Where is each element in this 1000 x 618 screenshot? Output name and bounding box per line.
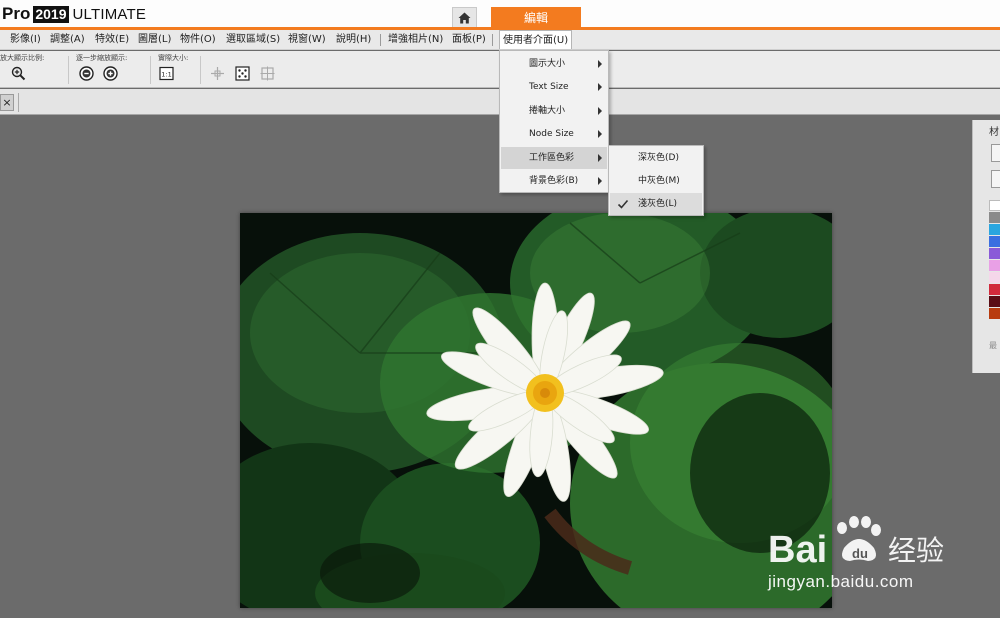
step-zoom-in-button[interactable] <box>103 66 118 81</box>
submenu-arrow-icon <box>598 177 602 185</box>
menu-separator <box>492 34 493 46</box>
center-button[interactable] <box>260 66 275 81</box>
menu-text-size-label: Text Size <box>529 82 569 92</box>
edit-tab[interactable]: 編輯 <box>491 7 581 28</box>
menu-scrollbar-size-label: 捲軸大小 <box>529 106 566 116</box>
menu-dark-gray[interactable]: 深灰色(D) <box>610 147 702 169</box>
menu-selection[interactable]: 選取區域(S) <box>226 30 280 49</box>
swatch-maroon[interactable] <box>989 296 1000 307</box>
menu-dark-gray-label: 深灰色(D) <box>638 153 679 163</box>
submenu-arrow-icon <box>598 107 602 115</box>
toolbar-separator <box>200 56 201 84</box>
svg-text:du: du <box>852 546 868 561</box>
baidu-watermark: Bai du 经验 jingyan.baidu.com <box>766 512 996 612</box>
menu-light-gray[interactable]: 淺灰色(L) <box>610 193 702 215</box>
photo-image <box>240 213 832 608</box>
submenu-arrow-icon <box>598 154 602 162</box>
actual-size-icon: 1:1 <box>159 66 174 81</box>
materials-panel-title: 材 <box>989 127 999 138</box>
menu-effects[interactable]: 特效(E) <box>95 30 129 49</box>
submenu-arrow-icon <box>598 60 602 68</box>
app-logo: Pro 2019 ULTIMATE <box>2 4 146 24</box>
brand-year: 2019 <box>33 5 69 23</box>
swatch-white[interactable] <box>989 200 1000 211</box>
zoom-in-button[interactable] <box>11 66 26 81</box>
title-bar: Pro 2019 ULTIMATE 編輯 <box>0 0 1000 28</box>
menu-light-gray-label: 淺灰色(L) <box>638 199 678 209</box>
swatch-orange-brown[interactable] <box>989 308 1000 319</box>
water-lily-photo[interactable] <box>240 213 832 608</box>
menu-objects[interactable]: 物件(O) <box>180 30 216 49</box>
swatch-purple[interactable] <box>989 248 1000 259</box>
menu-scrollbar-size[interactable]: 捲軸大小 <box>501 100 607 122</box>
menu-medium-gray[interactable]: 中灰色(M) <box>610 170 702 192</box>
menu-bar: 影像(I) 調整(A) 特效(E) 圖層(L) 物件(O) 選取區域(S) 視窗… <box>0 30 1000 50</box>
workspace-color-submenu: 深灰色(D) 中灰色(M) 淺灰色(L) <box>608 145 704 216</box>
panel-footer-text: 最 <box>989 341 997 350</box>
menu-window[interactable]: 視窗(W) <box>288 30 326 49</box>
zoom-in-circle-icon <box>103 66 118 81</box>
zoom-out-circle-icon <box>79 66 94 81</box>
pan-button[interactable] <box>210 66 225 81</box>
zoom-in-icon <box>11 66 26 81</box>
actual-size-button[interactable]: 1:1 <box>159 66 174 81</box>
menu-node-size-label: Node Size <box>529 129 574 139</box>
baidu-paw-logo: Bai du 经验 <box>768 516 944 571</box>
menu-medium-gray-label: 中灰色(M) <box>638 176 680 186</box>
toolbar-separator <box>150 56 151 84</box>
pan-icon <box>211 67 224 80</box>
submenu-arrow-icon <box>598 83 602 91</box>
svg-text:Bai: Bai <box>768 529 827 571</box>
menu-image[interactable]: 影像(I) <box>10 30 41 49</box>
menu-node-size[interactable]: Node Size <box>501 123 607 145</box>
watermark-url: jingyan.baidu.com <box>768 572 914 591</box>
step-zoom-label: 逐一步縮放顯示: <box>76 54 128 62</box>
menu-enhance-photo[interactable]: 增強相片(N) <box>388 30 443 49</box>
menu-user-interface[interactable]: 使用者介面(U) <box>499 30 573 49</box>
menu-background-color-label: 背景色彩(B) <box>529 176 579 186</box>
actual-size-label: 實際大小: <box>158 54 189 62</box>
menu-icon-size[interactable]: 圖示大小 <box>501 53 607 75</box>
swatch-pink[interactable] <box>989 260 1000 271</box>
panel-dropdown-button[interactable] <box>991 170 1000 188</box>
menu-icon-size-label: 圖示大小 <box>529 59 566 69</box>
close-document-button[interactable]: × <box>0 94 14 111</box>
svg-text:经验: 经验 <box>888 534 944 567</box>
menu-help[interactable]: 說明(H) <box>336 30 371 49</box>
zoom-out-button[interactable] <box>79 66 94 81</box>
menu-separator <box>380 34 381 46</box>
svg-text:1:1: 1:1 <box>161 71 171 79</box>
menu-adjust[interactable]: 調整(A) <box>50 30 85 49</box>
brand-edition: ULTIMATE <box>72 5 147 23</box>
home-button[interactable] <box>452 7 477 28</box>
swatch-blue[interactable] <box>989 236 1000 247</box>
fit-screen-icon <box>235 66 250 81</box>
menu-workspace-color[interactable]: 工作區色彩 <box>501 147 607 169</box>
menu-background-color[interactable]: 背景色彩(B) <box>501 170 607 192</box>
fit-screen-button[interactable] <box>235 66 250 81</box>
materials-panel: 材 最 <box>972 120 1000 373</box>
panel-tool-button[interactable] <box>991 144 1000 162</box>
brand-pro: Pro <box>2 4 31 23</box>
submenu-arrow-icon <box>598 130 602 138</box>
checkmark-icon <box>617 199 629 209</box>
swatch-cyan[interactable] <box>989 224 1000 235</box>
toolbar-separator <box>68 56 69 84</box>
swatch-red[interactable] <box>989 284 1000 295</box>
center-icon <box>260 66 275 81</box>
menu-workspace-color-label: 工作區色彩 <box>529 153 575 163</box>
strip-divider <box>18 93 19 112</box>
home-icon <box>458 12 471 23</box>
swatch-light-pink[interactable] <box>989 272 1000 283</box>
menu-text-size[interactable]: Text Size <box>501 76 607 98</box>
swatch-gray[interactable] <box>989 212 1000 223</box>
zoom-ratio-label: 放大顯示比例: <box>0 54 45 62</box>
menu-layers[interactable]: 圖層(L) <box>138 30 171 49</box>
menu-panels[interactable]: 面板(P) <box>452 30 486 49</box>
user-interface-dropdown: 圖示大小 Text Size 捲軸大小 Node Size 工作區色彩 背景色彩… <box>499 50 609 193</box>
